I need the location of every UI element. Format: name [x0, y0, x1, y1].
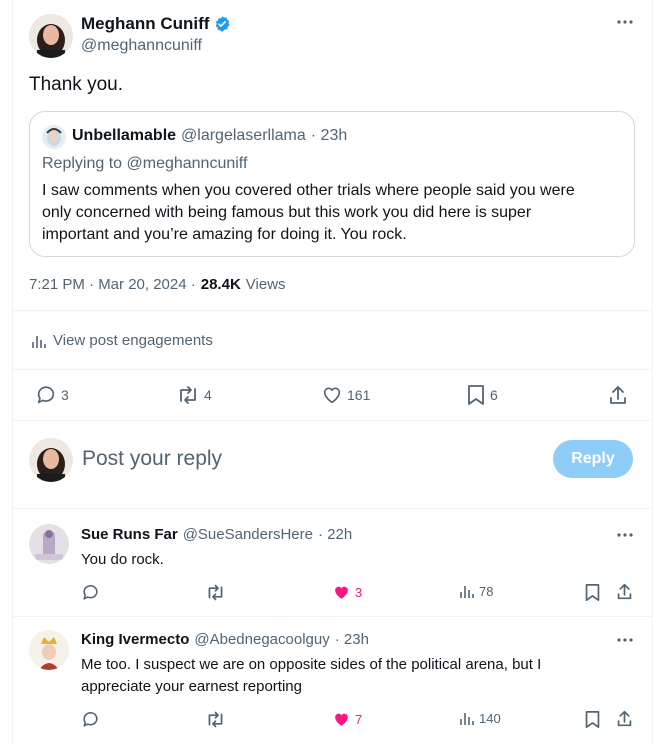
- composer-avatar: [29, 438, 73, 482]
- reply-text: Me too. I suspect we are on opposite sid…: [81, 654, 641, 698]
- reply-author-handle[interactable]: @SueSandersHere: [183, 526, 313, 543]
- quote-text-line: only concerned with being famous but thi…: [42, 204, 532, 221]
- views-count: 28.4K: [200, 276, 241, 293]
- author-name-row: Meghann Cuniff: [81, 14, 231, 34]
- reply-button[interactable]: Reply: [553, 440, 633, 478]
- views-label: Views: [245, 276, 286, 293]
- reply-author-name[interactable]: Sue Runs Far: [81, 526, 178, 543]
- bookmark-icon: [466, 384, 486, 406]
- author-handle[interactable]: @meghanncuniff: [81, 37, 202, 55]
- analytics-icon: [31, 333, 47, 349]
- share-icon[interactable]: [616, 709, 633, 728]
- quote-text: I saw comments when you covered other tr…: [42, 180, 632, 246]
- reply-icon: [35, 384, 57, 406]
- reply-icon: [81, 583, 100, 602]
- views-count: 140: [479, 710, 501, 726]
- quote-author-avatar: [42, 125, 66, 149]
- reply-time[interactable]: · 23h: [335, 631, 369, 648]
- reply-time[interactable]: · 22h: [318, 526, 352, 543]
- reply-icon: [81, 710, 100, 729]
- quote-author-name: Unbellamable: [72, 127, 177, 144]
- views-action[interactable]: 78: [459, 583, 493, 599]
- repost-action[interactable]: [205, 710, 226, 729]
- bookmark-count: 6: [490, 387, 498, 403]
- views-action[interactable]: 140: [459, 710, 501, 726]
- views-count: 78: [479, 583, 494, 599]
- tweet-timestamp[interactable]: 7:21 PM · Mar 20, 2024 ·: [29, 276, 196, 293]
- repost-icon: [205, 710, 226, 729]
- reply-text-line: Me too. I suspect we are on opposite sid…: [81, 656, 542, 673]
- reply-action[interactable]: [81, 710, 100, 729]
- repost-icon: [205, 583, 226, 602]
- analytics-icon: [459, 583, 475, 599]
- reply-text: You do rock.: [81, 549, 164, 570]
- reply-action[interactable]: [81, 583, 100, 602]
- reply-input[interactable]: Post your reply: [82, 447, 222, 471]
- more-horizontal-icon[interactable]: [616, 530, 634, 540]
- tweet-meta: 7:21 PM · Mar 20, 2024 · 28.4K Views: [29, 276, 286, 293]
- divider: [12, 310, 653, 311]
- repost-action[interactable]: 4: [176, 384, 212, 406]
- like-count: 161: [347, 387, 371, 403]
- more-horizontal-icon[interactable]: [616, 17, 634, 27]
- more-horizontal-icon[interactable]: [616, 635, 634, 645]
- reply-avatar[interactable]: [29, 524, 69, 564]
- like-count: 7: [355, 712, 363, 727]
- reply-avatar[interactable]: [29, 630, 69, 670]
- heart-icon: [321, 384, 343, 406]
- analytics-icon: [459, 710, 475, 726]
- engagements-label: View post engagements: [53, 332, 213, 349]
- divider: [12, 420, 653, 421]
- quote-replying-to: Replying to @meghanncuniff: [42, 155, 248, 172]
- like-action[interactable]: 7: [332, 710, 362, 729]
- view-engagements-link[interactable]: View post engagements: [31, 332, 213, 349]
- tweet-text: Thank you.: [29, 74, 123, 95]
- quote-author-handle: @largelaserllama: [181, 127, 306, 144]
- like-action[interactable]: 3: [332, 583, 362, 602]
- author-name[interactable]: Meghann Cuniff: [81, 14, 209, 34]
- divider: [12, 616, 653, 617]
- reply-text-line: You do rock.: [81, 551, 164, 568]
- heart-filled-icon: [332, 710, 351, 729]
- reply-text-line: appreciate your earnest reporting: [81, 678, 302, 695]
- reply-header: Sue Runs Far @SueSandersHere · 22h: [81, 526, 352, 543]
- quoted-tweet[interactable]: Unbellamable @largelaserllama · 23h Repl…: [29, 111, 635, 257]
- repost-action[interactable]: [205, 583, 226, 602]
- quote-text-line: important and you’re amazing for doing i…: [42, 226, 407, 243]
- quote-text-line: I saw comments when you covered other tr…: [42, 182, 575, 199]
- repost-icon: [176, 384, 200, 406]
- bookmark-icon[interactable]: [584, 710, 601, 729]
- quote-time: · 23h: [310, 127, 348, 144]
- reply-author-name[interactable]: King Ivermecto: [81, 631, 189, 648]
- verified-badge-icon: [213, 15, 231, 33]
- like-action[interactable]: 161: [321, 384, 370, 406]
- reply-author-handle[interactable]: @Abednegacoolguy: [194, 631, 329, 648]
- like-count: 3: [355, 585, 363, 600]
- reply-header: King Ivermecto @Abednegacoolguy · 23h: [81, 631, 369, 648]
- heart-filled-icon: [332, 583, 351, 602]
- reply-action[interactable]: 3: [35, 384, 69, 406]
- share-icon[interactable]: [608, 384, 628, 406]
- divider: [12, 508, 653, 509]
- repost-count: 4: [204, 387, 212, 403]
- divider: [12, 369, 653, 370]
- bookmark-action[interactable]: 6: [466, 384, 498, 406]
- bookmark-icon[interactable]: [584, 583, 601, 602]
- share-icon[interactable]: [616, 582, 633, 601]
- author-avatar[interactable]: [29, 14, 73, 58]
- reply-count: 3: [61, 387, 69, 403]
